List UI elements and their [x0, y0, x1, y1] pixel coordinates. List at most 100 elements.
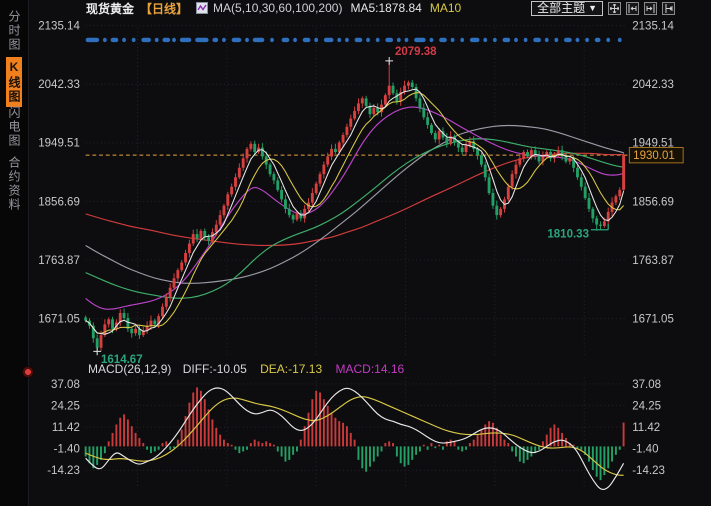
macd-settings-label: MACD(26,12,9): [88, 362, 171, 376]
candle-body: [480, 155, 483, 164]
low-cross-marker: [93, 348, 101, 356]
compress-bars-button[interactable]: [626, 2, 639, 15]
macd-axis-label: -14.23: [47, 465, 80, 477]
event-marker-dot: [253, 38, 265, 42]
macd-axis-label: -14.23: [632, 465, 665, 477]
event-marker-dot: [514, 38, 518, 42]
y-axis-label: 1949.51: [38, 138, 80, 150]
sidebar-item-kline-chart[interactable]: K线图: [6, 57, 22, 107]
macd-macd-value: MACD:14.16: [335, 362, 404, 376]
candle-body: [315, 184, 318, 193]
event-marker-dot: [303, 38, 311, 42]
candle-body: [584, 187, 587, 198]
event-marker-dot: [141, 38, 151, 42]
sidebar-item-timeline-chart[interactable]: 分时图: [7, 10, 21, 52]
candle-body: [576, 168, 579, 177]
event-marker-dot: [385, 38, 393, 42]
diff-line: [86, 388, 624, 489]
event-marker-dot: [245, 38, 249, 42]
candle-body: [353, 111, 356, 119]
candle-body: [430, 125, 433, 133]
candle-body: [153, 321, 156, 325]
event-marker-dot: [493, 38, 497, 42]
ma30-line: [86, 107, 624, 309]
event-marker-dot: [324, 38, 334, 42]
candle-body: [395, 93, 398, 101]
candle-body: [276, 180, 279, 189]
candle-body: [219, 215, 222, 224]
event-marker-dot: [576, 38, 580, 42]
event-marker-dot: [483, 38, 487, 42]
ma200-line: [86, 153, 624, 245]
macd-axis-label: 24.25: [51, 400, 80, 412]
y-axis-label: 2135.14: [38, 20, 80, 32]
trading-app-window: 分时图 K线图 闪电图 合约资料 现货黄金 【日线】 MA(5,10,30,60…: [0, 0, 711, 506]
candle-body: [130, 329, 133, 333]
candle-body: [226, 194, 229, 205]
candle-body: [445, 137, 448, 143]
theme-dropdown-label: 全部主题: [537, 2, 585, 15]
event-marker-dot: [533, 38, 541, 42]
candle-body: [111, 319, 114, 328]
candle-body: [134, 329, 137, 333]
y-axis-label: 1671.05: [38, 314, 80, 326]
event-marker-dot: [585, 38, 589, 42]
candle-body: [588, 198, 591, 209]
event-marker-dot: [86, 38, 99, 42]
candle-body: [457, 143, 460, 148]
y-axis-label: 2135.14: [632, 20, 674, 32]
candle-body: [411, 83, 414, 87]
candle-body: [418, 98, 421, 107]
candle-body: [388, 86, 391, 95]
macd-diff-value: DIFF:-10.05: [183, 362, 247, 376]
candle-body: [422, 108, 425, 117]
event-marker-dot: [162, 38, 170, 42]
event-marker-dot: [470, 38, 480, 42]
sidebar-item-contract-info[interactable]: 合约资料: [7, 156, 21, 212]
candle-body: [272, 174, 275, 180]
event-marker-dot: [222, 38, 226, 42]
candle-body: [361, 98, 364, 103]
candle-body: [591, 209, 594, 218]
candle-body: [150, 321, 153, 326]
event-marker-dot: [345, 38, 349, 42]
event-marker-dot: [439, 38, 447, 42]
indicator-marker-icon[interactable]: [22, 366, 34, 378]
event-marker-dot: [195, 38, 208, 42]
expand-bars-icon: [646, 4, 655, 13]
sidebar-item-lightning-chart[interactable]: 闪电图: [7, 106, 21, 148]
event-marker-dot: [564, 38, 572, 42]
candle-body: [96, 338, 99, 347]
candle-body: [515, 165, 518, 174]
candle-body: [526, 152, 529, 156]
candle-body: [100, 335, 103, 348]
event-marker-dot: [337, 38, 341, 42]
dea-line: [86, 397, 624, 476]
expand-bars-button[interactable]: [644, 2, 657, 15]
kline-chart-canvas[interactable]: 2135.142135.142042.332042.331949.511949.…: [28, 16, 711, 506]
event-marker-dot: [524, 38, 528, 42]
candle-body: [461, 148, 464, 152]
candle-body: [507, 187, 510, 200]
candle-body: [311, 193, 314, 202]
event-marker-dot: [122, 38, 126, 42]
candle-body: [491, 193, 494, 206]
candle-body: [319, 174, 322, 183]
event-marker-dot: [103, 38, 107, 42]
event-marker-dot: [232, 38, 242, 42]
macd-axis-label: -1.40: [632, 444, 658, 456]
shift-right-button[interactable]: [662, 2, 675, 15]
candle-body: [234, 177, 237, 186]
candle-body: [499, 209, 502, 215]
candle-body: [614, 196, 617, 202]
y-axis-label: 1671.05: [632, 314, 674, 326]
candle-body: [365, 98, 368, 106]
candle-body: [249, 144, 252, 149]
candle-body: [296, 213, 299, 219]
pan-tool-button[interactable]: [608, 2, 621, 15]
candle-body: [345, 127, 348, 135]
candle-body: [188, 244, 191, 253]
candle-body: [84, 317, 87, 320]
theme-dropdown-button[interactable]: 全部主题 ▼: [531, 1, 603, 16]
chart-toolbar: 现货黄金 【日线】 MA(5,10,30,60,100,200) MA5:187…: [28, 0, 711, 16]
